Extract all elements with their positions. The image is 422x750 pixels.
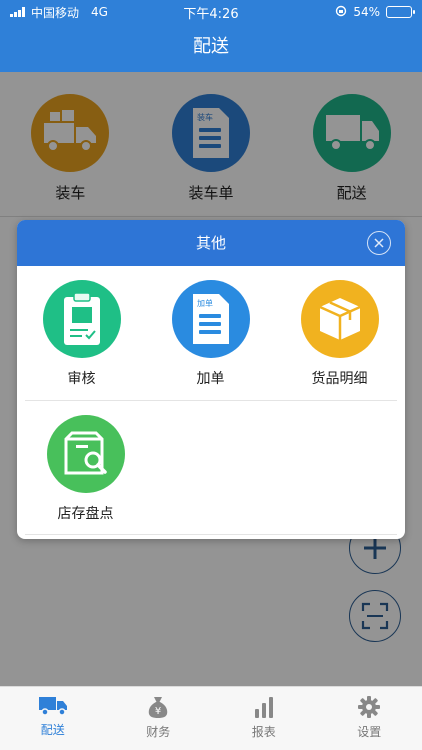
carrier-name: 中国移动 (31, 5, 80, 20)
clipboard-check-icon (42, 280, 121, 358)
tab-label: 配送 (40, 723, 65, 737)
yen-sign: ¥ (155, 706, 161, 717)
dialog-item-goods-detail[interactable]: 货品明细 (275, 280, 404, 400)
tab-label: 财务 (146, 725, 171, 739)
dialog-item-add-order[interactable]: 加单 加单 (146, 280, 275, 400)
tab-finance[interactable]: ¥ 财务 (106, 687, 212, 750)
dialog-item-label: 审核 (67, 371, 96, 387)
signal-icon (10, 7, 25, 17)
tab-label: 设置 (357, 725, 382, 739)
tab-reports[interactable]: 报表 (211, 687, 317, 750)
other-functions-dialog: 其他 审核 加单 加单 货品明细 店存盘点 (17, 220, 405, 539)
battery-percent: 54% (353, 5, 380, 19)
inventory-search-icon (46, 415, 125, 493)
money-bag-icon: ¥ (149, 697, 168, 718)
dialog-row: 审核 加单 加单 货品明细 (17, 266, 405, 400)
page-title: 配送 (193, 36, 229, 57)
dialog-header: 其他 (17, 220, 405, 266)
tab-delivery[interactable]: 配送 (0, 687, 106, 750)
close-icon (374, 238, 384, 248)
dialog-item-label: 货品明细 (311, 371, 368, 387)
dialog-title: 其他 (195, 234, 226, 252)
doc-icon-text: 加单 (197, 298, 213, 308)
tab-label: 报表 (251, 725, 276, 739)
truck-icon (38, 697, 67, 716)
status-bar: 中国移动 4G 下午4:26 54% (0, 0, 422, 24)
dialog-item-label: 加单 (196, 371, 225, 387)
gear-icon (358, 696, 381, 718)
tab-settings[interactable]: 设置 (317, 687, 422, 750)
document-icon: 加单 (171, 280, 250, 358)
box-icon (300, 280, 379, 358)
tab-bar: 配送 ¥ 财务 报表 设置 (0, 686, 422, 750)
network-type: 4G (91, 5, 108, 19)
dialog-item-review[interactable]: 审核 (17, 280, 146, 400)
battery-icon (386, 6, 415, 18)
dialog-item-store-inventory[interactable]: 店存盘点 (25, 415, 146, 534)
dialog-divider (25, 534, 397, 535)
dialog-row: 店存盘点 (25, 400, 397, 534)
status-time: 下午4:26 (183, 6, 239, 22)
rotation-lock-icon (335, 5, 347, 20)
top-bar: 中国移动 4G 下午4:26 54% 配送 (0, 0, 422, 72)
bar-chart-icon (254, 697, 273, 718)
dialog-item-label: 店存盘点 (57, 506, 114, 522)
close-button[interactable] (367, 231, 391, 255)
